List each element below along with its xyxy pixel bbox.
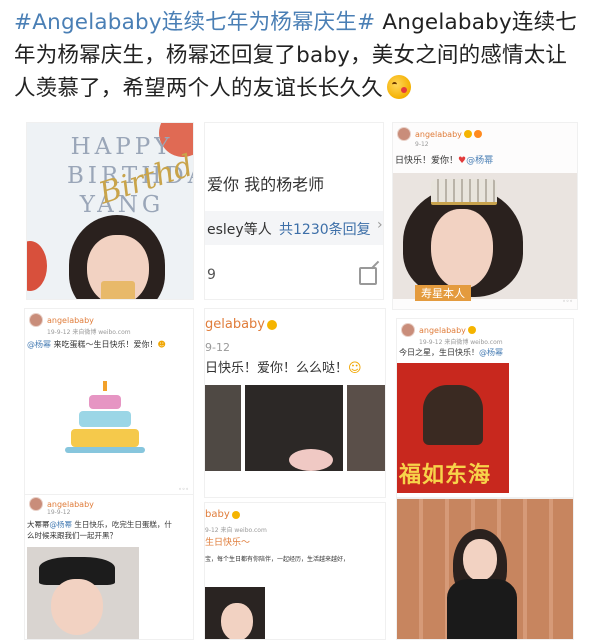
portrait-face <box>221 603 253 639</box>
mention-link[interactable]: @杨幂 <box>27 340 51 349</box>
image-card-text-post[interactable]: baby 9-12 来自 weibo.com 生日快乐～ 宝，每个生日都有你陪伴… <box>204 502 386 640</box>
reply-users: esley等人 <box>207 222 272 238</box>
post-time: 9-12 来自 weibo.com <box>205 527 267 534</box>
mention-link[interactable]: @杨幂 <box>466 156 493 166</box>
post-header: angelababy <box>29 313 94 327</box>
post-caption: 日快乐！爱你！么么哒！☺ <box>205 361 362 376</box>
image-card-standing-photo[interactable] <box>396 498 574 640</box>
poster-text: 福如东海 <box>399 462 492 488</box>
reply-count-link[interactable]: 共1230条回复 <box>279 219 371 239</box>
comment-count: 9 <box>207 267 216 283</box>
image-card-cake-post[interactable]: angelababy 19-9-12 来自微博 weibo.com @杨幂 来吃… <box>24 308 194 498</box>
edit-icon[interactable] <box>359 267 377 285</box>
avatar[interactable] <box>29 497 43 511</box>
image-card-crown-post[interactable]: angelababy 9-12 日快乐！爱你！♥@杨幂 寿星本人 ◦◦◦ <box>392 122 578 310</box>
username[interactable]: angelababy <box>415 130 462 139</box>
mention-link[interactable]: @杨幂 <box>50 520 73 529</box>
smile-emoji-icon: ☺ <box>348 361 362 376</box>
black-dress <box>447 579 517 639</box>
post-header: baby <box>205 509 240 520</box>
post-photo: 寿星本人 <box>393 173 577 301</box>
post-caption-line-2: 宝，每个生日都有你陪伴，一起经历，生活越来越好， <box>205 556 350 563</box>
birthday-cake-illustration <box>61 381 151 461</box>
avatar[interactable] <box>397 127 411 141</box>
portrait-face <box>463 539 497 581</box>
post-time: 19-9-12 来自微博 weibo.com <box>47 329 131 336</box>
level-badge-icon <box>473 130 482 138</box>
username[interactable]: angelababy <box>47 500 94 509</box>
topic-hashtag-link[interactable]: #Angelababy连续七年为杨幂庆生# <box>14 10 375 35</box>
collage-photo-2 <box>245 385 343 471</box>
reply-summary-bar: esley等人 共1230条回复 › <box>205 211 383 245</box>
post-text: #Angelababy连续七年为杨幂庆生# Angelababy连续七年为杨幂庆… <box>14 6 584 105</box>
post-photo <box>27 547 139 639</box>
post-photo <box>205 587 265 639</box>
post-time: 9-12 <box>415 141 429 148</box>
mention-link[interactable]: @杨幂 <box>479 348 503 357</box>
image-card-birthday-poster[interactable]: HAPPY BIRTHDAY YANG Birthday <box>26 122 194 300</box>
post-time: 19-9-12 来自微博 weibo.com <box>419 339 503 346</box>
face-with-hearts-emoji-icon <box>386 75 411 99</box>
username[interactable]: baby <box>205 509 230 520</box>
post-time: 19-9-12 <box>47 509 71 516</box>
verified-badge-icon <box>467 326 476 334</box>
watermark: ◦◦◦ <box>562 298 573 305</box>
poster-image: 福如东海 <box>397 363 509 493</box>
post-header: angelababy <box>401 323 476 337</box>
comment-caption: 爱你 我的杨老师 <box>207 175 325 194</box>
username[interactable]: angelababy <box>419 326 466 335</box>
post-caption: 今日之星，生日快乐！@杨幂 <box>399 348 503 357</box>
image-card-photo-collage[interactable]: gelababy 9-12 日快乐！爱你！么么哒！☺ <box>204 308 386 498</box>
post-caption: @杨幂 来吃蛋糕～生日快乐！爱你！☻ <box>27 340 166 349</box>
post-header: angelababy <box>397 127 482 141</box>
collage-photo-1 <box>205 385 241 471</box>
verified-badge-icon <box>231 510 240 519</box>
username[interactable]: gelababy <box>205 317 265 332</box>
watermark: ◦◦◦ <box>178 486 189 493</box>
balloon-decoration <box>27 241 47 291</box>
gift-box-icon <box>101 281 135 299</box>
post-caption: 日快乐！爱你！♥@杨幂 <box>395 156 494 166</box>
portrait-face <box>51 579 103 635</box>
verified-badge-icon <box>463 130 472 138</box>
post-caption: 大幂幂@杨幂 生日快乐，吃完生日蛋糕，什 么时候来跟我们一起开黑？ <box>27 520 172 540</box>
crown-icon <box>431 179 497 205</box>
image-card-cap-post[interactable]: angelababy 19-9-12 大幂幂@杨幂 生日快乐，吃完生日蛋糕，什 … <box>24 494 194 640</box>
image-card-comment-screenshot[interactable]: 爱你 我的杨老师 esley等人 共1230条回复 › 9 <box>204 122 384 300</box>
heart-icon: ♥ <box>458 156 467 166</box>
post-caption-line-1: 生日快乐～ <box>205 538 251 548</box>
image-grid: HAPPY BIRTHDAY YANG Birthday 爱你 我的杨老师 es… <box>0 116 594 640</box>
portrait-face <box>431 209 493 289</box>
verified-badge-icon <box>267 319 277 330</box>
reply-arrow: › <box>377 217 383 233</box>
username[interactable]: angelababy <box>47 316 94 325</box>
avatar[interactable] <box>29 313 43 327</box>
post-header: gelababy <box>205 317 277 332</box>
avatar[interactable] <box>401 323 415 337</box>
post-time: 9-12 <box>205 341 230 354</box>
smile-icon: ☻ <box>157 340 166 349</box>
banner-caption: 寿星本人 <box>415 285 471 301</box>
figure <box>423 385 483 445</box>
image-card-red-poster[interactable]: angelababy 19-9-12 来自微博 weibo.com 今日之星，生… <box>396 318 574 498</box>
collage-photo-3 <box>347 385 385 471</box>
